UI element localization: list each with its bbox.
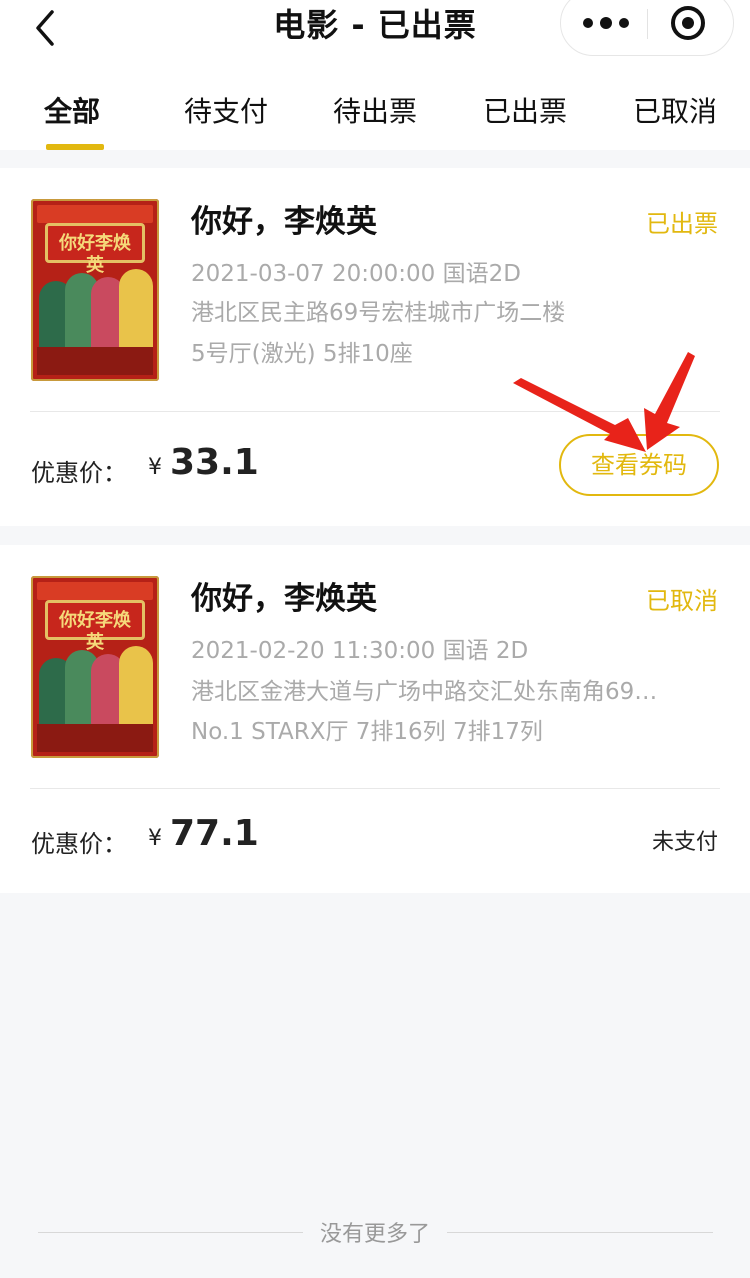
divider bbox=[30, 788, 720, 789]
tab-pending-ticket[interactable]: 待出票 bbox=[333, 90, 417, 130]
show-time: 2021-03-07 20:00:00 国语2D bbox=[191, 261, 521, 287]
cinema-address: 港北区民主路69号宏桂城市广场二楼 bbox=[191, 300, 566, 326]
divider bbox=[30, 411, 720, 412]
movie-title: 你好，李焕英 bbox=[191, 581, 377, 617]
price-label: 优惠价： bbox=[31, 830, 127, 858]
seat-info: No.1 STARX厅 7排16列 7排17列 bbox=[191, 719, 543, 745]
movie-poster: 你好李焕英 bbox=[31, 576, 159, 758]
tab-ticketed[interactable]: 已出票 bbox=[483, 90, 567, 130]
movie-title: 你好，李焕英 bbox=[191, 204, 377, 240]
order-status: 已出票 bbox=[646, 210, 718, 238]
view-ticket-code-button[interactable]: 查看券码 bbox=[559, 434, 719, 496]
show-time: 2021-02-20 11:30:00 国语 2D bbox=[191, 638, 529, 664]
price-value: 33.1 bbox=[170, 442, 259, 483]
tab-all[interactable]: 全部 bbox=[44, 90, 100, 130]
order-status: 已取消 bbox=[646, 587, 718, 615]
currency-symbol: ¥ bbox=[148, 826, 162, 851]
cinema-address: 港北区金港大道与广场中路交汇处东南角69… bbox=[191, 679, 658, 705]
order-tabs: 全部 待支付 待出票 已出票 已取消 bbox=[0, 70, 750, 150]
seat-info: 5号厅(激光) 5排10座 bbox=[191, 341, 413, 367]
tab-indicator bbox=[46, 144, 104, 150]
target-circle-icon[interactable] bbox=[671, 6, 705, 40]
order-card[interactable]: 你好李焕英 你好，李焕英 已取消 2021-02-20 11:30:00 国语 … bbox=[0, 545, 750, 893]
tab-pending-payment[interactable]: 待支付 bbox=[184, 90, 268, 130]
tab-cancelled[interactable]: 已取消 bbox=[633, 90, 717, 130]
mini-program-capsule bbox=[560, 0, 734, 56]
currency-symbol: ¥ bbox=[148, 455, 162, 480]
more-dots-icon[interactable] bbox=[583, 8, 629, 38]
movie-poster: 你好李焕英 bbox=[31, 199, 159, 381]
price-label: 优惠价： bbox=[31, 459, 127, 487]
price-value: 77.1 bbox=[170, 813, 259, 854]
payment-status: 未支付 bbox=[651, 830, 718, 855]
order-card[interactable]: 你好李焕英 你好，李焕英 已出票 2021-03-07 20:00:00 国语2… bbox=[0, 168, 750, 526]
header: 电影 - 已出票 全部 待支付 待出票 已出票 已取消 bbox=[0, 0, 750, 150]
no-more-text: 没有更多了 bbox=[319, 1222, 430, 1247]
capsule-divider bbox=[647, 9, 648, 39]
